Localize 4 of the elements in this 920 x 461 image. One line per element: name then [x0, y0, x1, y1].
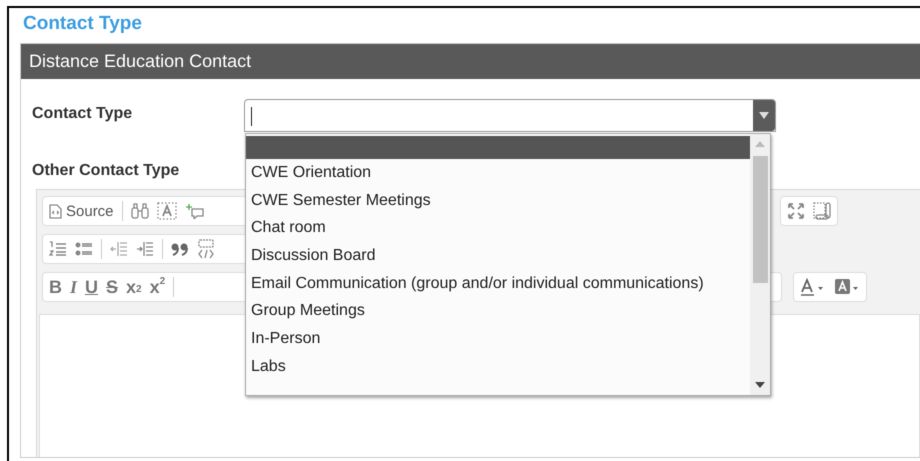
- page-title: Contact Type: [23, 12, 142, 36]
- field-label: Contact Type: [32, 104, 134, 124]
- field-label: Other Contact Type: [32, 161, 180, 181]
- panel-title: Distance Education Contact: [29, 50, 252, 73]
